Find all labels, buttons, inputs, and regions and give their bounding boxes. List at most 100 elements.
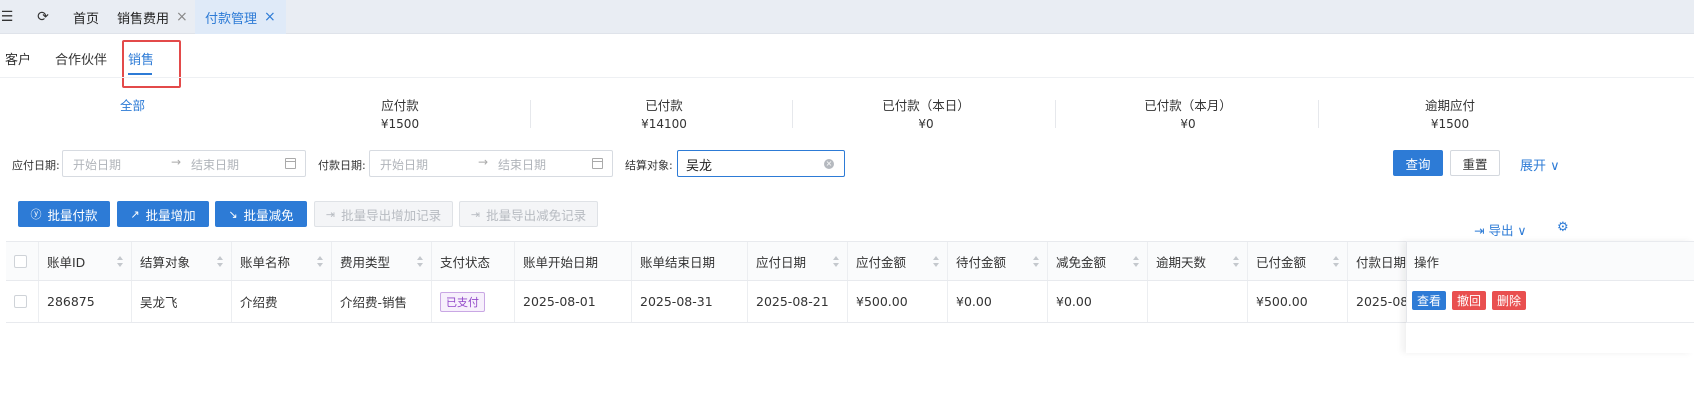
batch-pay-button[interactable]: ⓨ 批量付款: [18, 201, 110, 227]
cell-start-date: 2025-08-01: [515, 281, 632, 322]
export-reduce-records-button[interactable]: ⇥ 批量导出减免记录: [459, 201, 598, 227]
tab-sales-expense[interactable]: 销售费用 ×: [117, 0, 188, 34]
cell-overdue-days: [1148, 281, 1248, 322]
cell-status: 已支付: [432, 281, 515, 322]
header-bill-name[interactable]: 账单名称: [232, 242, 332, 280]
tab-home-label: 首页: [73, 11, 100, 27]
header-due-date[interactable]: 应付日期: [748, 242, 848, 280]
header-label: 费用类型: [340, 254, 391, 270]
menu-icon[interactable]: ☰: [0, 0, 14, 34]
delete-button[interactable]: 删除: [1492, 291, 1527, 310]
summary-label: 已付款（本日）: [882, 98, 970, 113]
due-date-label: 应付日期:: [12, 159, 60, 172]
header-label: 支付状态: [440, 254, 491, 270]
tab-payment-management[interactable]: 付款管理 ×: [195, 0, 286, 34]
due-date-range[interactable]: 开始日期 → 结束日期: [62, 150, 306, 177]
export-reduce-label: 批量导出减免记录: [486, 207, 587, 223]
sort-icon[interactable]: [1333, 256, 1339, 268]
header-overdue-days[interactable]: 逾期天数: [1148, 242, 1248, 280]
gear-icon[interactable]: ⚙: [1557, 220, 1569, 235]
cell-due-date: 2025-08-21: [748, 281, 848, 322]
tab-home[interactable]: 首页: [73, 0, 99, 34]
sort-icon[interactable]: [217, 256, 223, 268]
payment-table: 账单ID 结算对象 账单名称 费用类型 支付状态 账单开始日期 账单结束日期 应…: [6, 241, 1694, 393]
close-icon[interactable]: ×: [264, 9, 276, 25]
divider: [1055, 100, 1056, 128]
header-bill-id[interactable]: 账单ID: [39, 242, 132, 280]
sort-icon[interactable]: [833, 256, 839, 268]
sort-icon[interactable]: [1133, 256, 1139, 268]
header-label: 结算对象: [140, 254, 191, 270]
target-input[interactable]: 吴龙 ×: [677, 150, 845, 177]
summary-value: ¥14100: [641, 117, 687, 131]
summary-overdue[interactable]: 逾期应付 ¥1500: [1350, 95, 1550, 131]
select-all-checkbox[interactable]: [14, 254, 27, 268]
sort-icon[interactable]: [417, 256, 423, 268]
cell-end-date: 2025-08-31: [632, 281, 748, 322]
summary-all[interactable]: 全部: [120, 95, 145, 114]
select-all-cell[interactable]: [6, 242, 39, 280]
header-reduced-amount[interactable]: 减免金额: [1048, 242, 1148, 280]
trend-down-icon: ↘: [228, 207, 238, 221]
summary-payable[interactable]: 应付款 ¥1500: [300, 95, 500, 131]
batch-reduce-label: 批量减免: [243, 207, 294, 223]
end-date-placeholder: 结束日期: [191, 158, 240, 172]
pay-date-range[interactable]: 开始日期 → 结束日期: [369, 150, 613, 177]
sort-icon[interactable]: [1033, 256, 1039, 268]
clear-icon[interactable]: ×: [824, 159, 834, 169]
subtab-customer[interactable]: 客户: [5, 49, 31, 68]
export-icon: ⇥: [470, 207, 481, 221]
header-label: 账单ID: [47, 254, 86, 270]
divider: [1318, 100, 1319, 128]
header-payable-amount[interactable]: 应付金额: [848, 242, 948, 280]
trend-up-icon: ↗: [130, 207, 140, 221]
tab-payment-management-label: 付款管理: [205, 11, 258, 27]
summary-paid-month[interactable]: 已付款（本月） ¥0: [1088, 95, 1288, 131]
sort-icon[interactable]: [117, 256, 123, 268]
refresh-icon[interactable]: ⟳: [34, 0, 52, 34]
summary-paid[interactable]: 已付款 ¥14100: [564, 95, 764, 131]
export-add-records-button[interactable]: ⇥ 批量导出增加记录: [314, 201, 453, 227]
batch-reduce-button[interactable]: ↘ 批量减免: [215, 201, 307, 227]
close-icon[interactable]: ×: [176, 9, 188, 25]
cell-reduced-amount: ¥0.00: [1048, 281, 1148, 322]
cell-fee-type: 介绍费-销售: [332, 281, 432, 322]
header-target[interactable]: 结算对象: [132, 242, 232, 280]
header-fee-type[interactable]: 费用类型: [332, 242, 432, 280]
pay-date-label: 付款日期:: [318, 159, 366, 172]
sort-icon[interactable]: [933, 256, 939, 268]
header-pending-amount[interactable]: 待付金额: [948, 242, 1048, 280]
subtab-partner[interactable]: 合作伙伴: [55, 49, 107, 68]
row-checkbox[interactable]: [14, 295, 27, 308]
divider: [530, 100, 531, 128]
view-button[interactable]: 查看: [1412, 291, 1447, 310]
batch-add-button[interactable]: ↗ 批量增加: [117, 201, 209, 227]
summary-paid-today[interactable]: 已付款（本日） ¥0: [826, 95, 1026, 131]
tab-sales-expense-label: 销售费用: [117, 11, 170, 27]
reset-button[interactable]: 重置: [1450, 150, 1500, 176]
row-actions: 查看 撤回 删除: [1412, 291, 1527, 310]
divider: [0, 77, 1694, 78]
summary-value: ¥0: [1180, 117, 1196, 131]
header-label: 付款日期: [1356, 254, 1407, 270]
export-dropdown[interactable]: ⇥ 导出 ∨: [1474, 220, 1527, 239]
target-label: 结算对象:: [625, 159, 673, 172]
expand-toggle[interactable]: 展开 ∨: [1520, 155, 1560, 174]
sort-icon[interactable]: [1233, 256, 1239, 268]
header-label: 应付金额: [856, 254, 907, 270]
export-icon: ⇥: [1474, 223, 1489, 238]
start-date-placeholder: 开始日期: [380, 158, 429, 172]
query-button[interactable]: 查询: [1393, 150, 1443, 176]
header-status: 支付状态: [432, 242, 515, 280]
calendar-icon: [285, 158, 296, 169]
sort-icon[interactable]: [317, 256, 323, 268]
top-tab-bar: ☰ ⟳ 首页 销售费用 × 付款管理 ×: [0, 0, 1694, 34]
header-start-date: 账单开始日期: [515, 242, 632, 280]
row-select-cell[interactable]: [6, 281, 39, 322]
header-paid-amount[interactable]: 已付金额: [1248, 242, 1348, 280]
calendar-icon: [592, 158, 603, 169]
export-label: 导出 ∨: [1488, 223, 1527, 238]
withdraw-button[interactable]: 撤回: [1452, 291, 1487, 310]
cell-target: 吴龙飞: [132, 281, 232, 322]
yen-icon: ⓨ: [30, 208, 42, 221]
